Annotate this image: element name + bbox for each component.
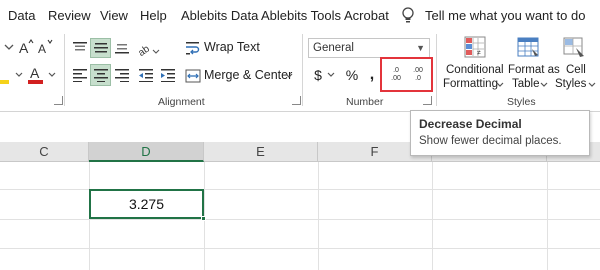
cell-styles-icon[interactable]	[561, 34, 587, 60]
ribbon: A A A ab Wrap Text Merge & Center Alignm…	[0, 30, 600, 112]
merge-center-label[interactable]: Merge & Center	[204, 68, 292, 82]
currency-chevron-icon[interactable]	[326, 64, 336, 86]
svg-text:ab: ab	[137, 43, 152, 56]
svg-text:A: A	[38, 42, 46, 56]
cell-styles-chevron-icon[interactable]	[588, 80, 596, 90]
decimal-buttons-highlight	[380, 57, 433, 92]
tooltip-title: Decrease Decimal	[419, 117, 522, 131]
cell-styles-label-1[interactable]: Cell	[566, 64, 586, 76]
svg-text:≠: ≠	[477, 50, 481, 57]
top-align-icon[interactable]	[70, 38, 90, 58]
number-format-value: General	[313, 42, 354, 54]
selected-cell-d[interactable]: 3.275	[89, 189, 204, 219]
chevron-down-icon: ▼	[416, 43, 425, 53]
percent-style-icon[interactable]: %	[343, 64, 361, 86]
menu-data[interactable]: Data	[8, 8, 35, 23]
column-gridline	[547, 162, 548, 270]
svg-text:A: A	[19, 40, 29, 56]
currency-icon[interactable]: $	[310, 64, 326, 86]
column-header-c[interactable]: C	[0, 142, 89, 162]
row-gridline	[0, 248, 600, 249]
menu-acrobat[interactable]: Acrobat	[344, 8, 389, 23]
font-size-dropdown-chevron-icon[interactable]	[2, 38, 16, 56]
svg-text:A: A	[30, 65, 40, 81]
decrease-font-size-icon[interactable]: A	[37, 36, 53, 58]
tell-me-search[interactable]: Tell me what you want to do	[425, 8, 585, 23]
column-gridline	[318, 162, 319, 270]
group-separator	[436, 34, 437, 106]
comma-style-icon[interactable]: ,	[365, 64, 379, 86]
orientation-icon[interactable]: ab	[136, 38, 162, 58]
tooltip-description: Show fewer decimal places.	[419, 135, 562, 147]
decrease-decimal-tooltip: Decrease Decimal Show fewer decimal plac…	[410, 110, 590, 156]
increase-indent-icon[interactable]	[158, 64, 178, 86]
conditional-formatting-chevron-icon[interactable]	[496, 80, 504, 90]
merge-center-chevron-icon[interactable]	[284, 70, 294, 82]
font-dialog-launcher-icon[interactable]	[54, 96, 63, 105]
styles-group-label: Styles	[507, 96, 536, 108]
alignment-dialog-launcher-icon[interactable]	[292, 96, 301, 105]
lightbulb-icon[interactable]	[400, 6, 416, 24]
cell-value: 3.275	[128, 196, 165, 212]
middle-align-icon[interactable]	[90, 38, 111, 58]
menu-view[interactable]: View	[100, 8, 128, 23]
format-as-table-label-1[interactable]: Format as	[508, 64, 560, 76]
align-center-icon[interactable]	[90, 64, 111, 86]
number-format-dropdown[interactable]: General ▼	[308, 38, 430, 58]
align-right-icon[interactable]	[112, 64, 132, 86]
fill-color-chevron-icon[interactable]	[14, 64, 24, 86]
menu-help[interactable]: Help	[140, 8, 167, 23]
conditional-formatting-label-1[interactable]: Conditional	[446, 64, 504, 76]
menu-ablebits-tools[interactable]: Ablebits Tools	[261, 8, 341, 23]
align-left-icon[interactable]	[70, 64, 90, 86]
number-group-label: Number	[346, 96, 384, 108]
bottom-align-icon[interactable]	[112, 38, 132, 58]
conditional-formatting-label-2[interactable]: Formatting	[443, 78, 498, 90]
cell-styles-label-2[interactable]: Styles	[555, 78, 586, 90]
menu-bar: Data Review View Help Ablebits Data Able…	[0, 0, 600, 30]
column-header-e[interactable]: E	[204, 142, 318, 162]
number-dialog-launcher-icon[interactable]	[423, 96, 432, 105]
row-gridline	[0, 219, 600, 220]
conditional-formatting-icon[interactable]: ≠	[462, 34, 488, 60]
decrease-indent-icon[interactable]	[136, 64, 156, 86]
column-gridline	[432, 162, 433, 270]
format-as-table-label-2[interactable]: Table	[512, 78, 540, 90]
wrap-text-icon[interactable]	[185, 38, 201, 58]
format-as-table-chevron-icon[interactable]	[540, 80, 548, 90]
fill-color-icon[interactable]	[0, 64, 10, 86]
column-header-d[interactable]: D	[89, 142, 204, 162]
format-as-table-icon[interactable]	[515, 34, 541, 60]
increase-font-size-icon[interactable]: A	[18, 36, 34, 58]
wrap-text-label[interactable]: Wrap Text	[204, 40, 260, 54]
menu-review[interactable]: Review	[48, 8, 91, 23]
font-color-icon[interactable]: A	[27, 64, 45, 86]
font-color-chevron-icon[interactable]	[47, 64, 57, 86]
merge-center-icon[interactable]	[185, 66, 201, 86]
alignment-group-label: Alignment	[158, 96, 205, 108]
group-separator	[64, 34, 65, 106]
group-separator	[302, 34, 303, 106]
fill-handle[interactable]	[201, 216, 206, 221]
menu-ablebits-data[interactable]: Ablebits Data	[181, 8, 258, 23]
